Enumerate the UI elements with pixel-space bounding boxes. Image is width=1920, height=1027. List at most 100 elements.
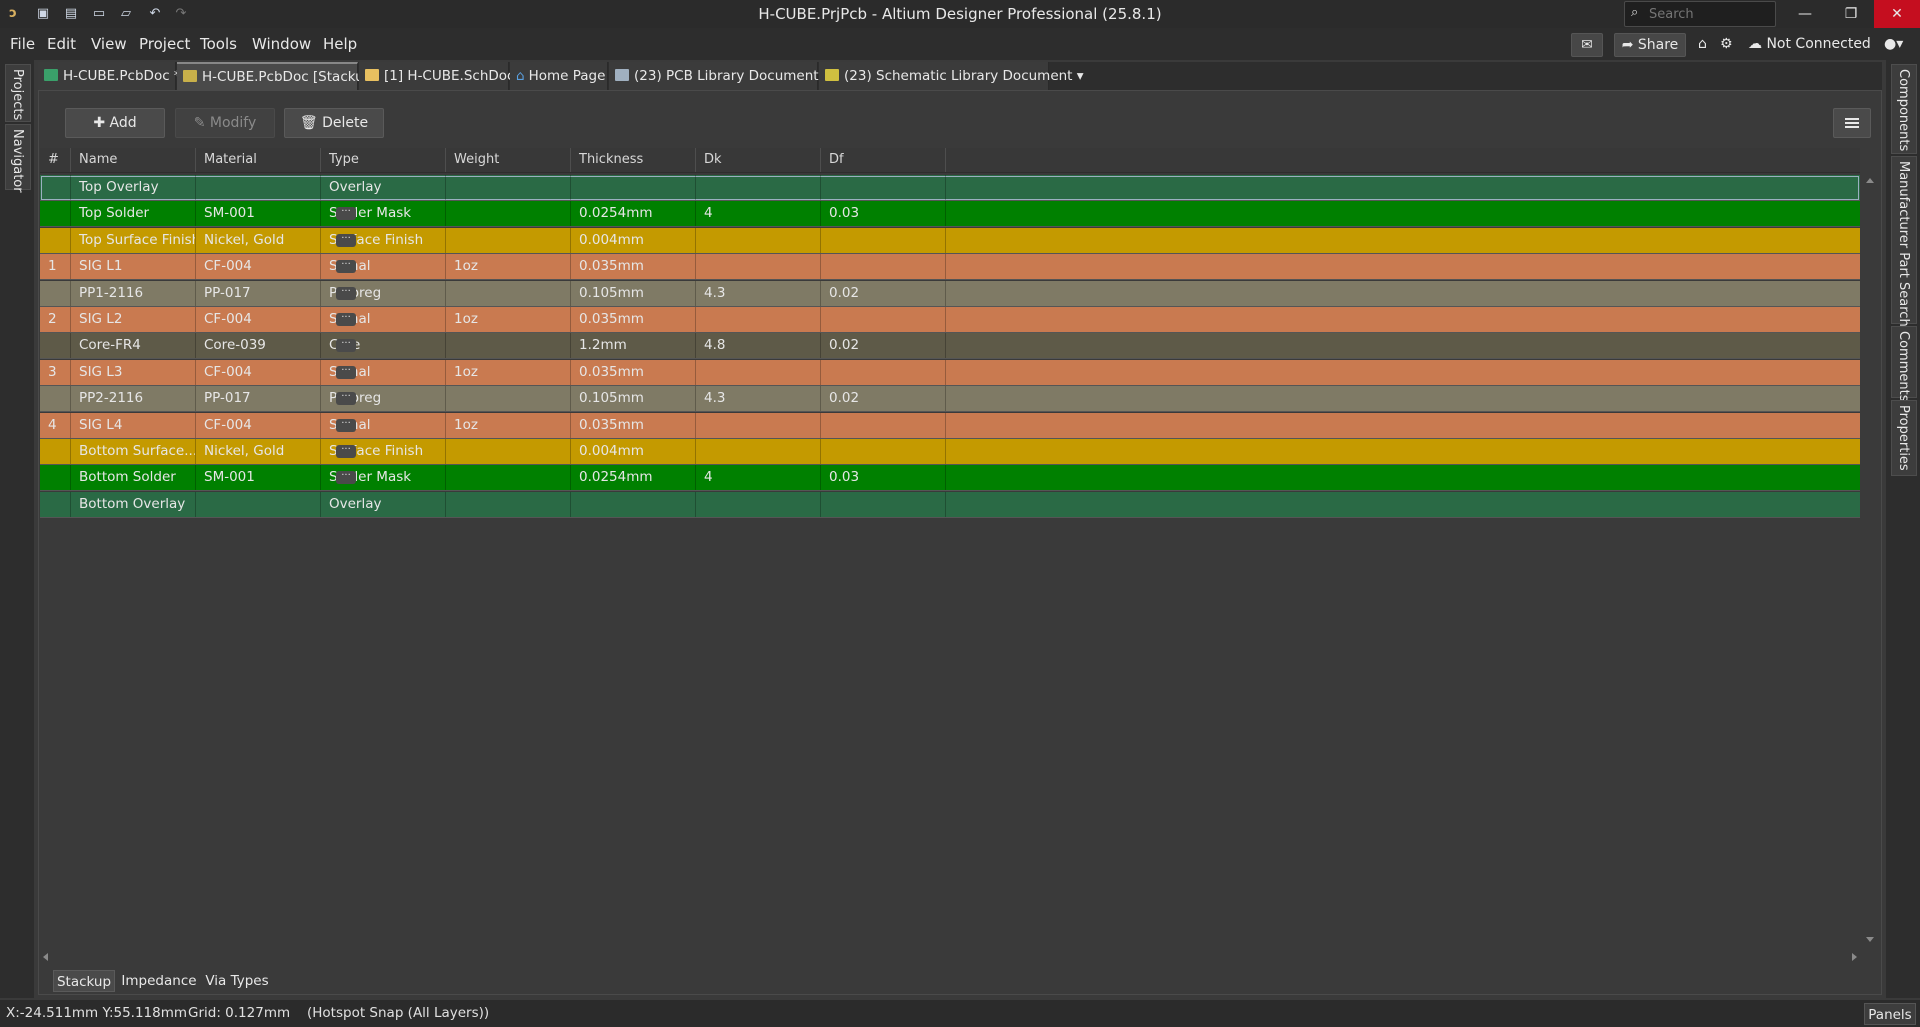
cell-thickness[interactable]: 0.035mm bbox=[571, 412, 696, 438]
cell-material[interactable]: CF-004 bbox=[196, 307, 321, 332]
tab-home-page[interactable]: ⌂ Home Page bbox=[510, 62, 608, 90]
cell-dk[interactable] bbox=[696, 307, 821, 332]
connection-status[interactable]: ☁ Not Connected bbox=[1748, 33, 1871, 55]
material-library-button[interactable]: ··· bbox=[336, 471, 356, 485]
material-library-button[interactable]: ··· bbox=[336, 260, 356, 274]
material-library-button[interactable]: ··· bbox=[336, 339, 356, 353]
cell-dk[interactable] bbox=[696, 491, 821, 517]
cell-num[interactable]: 2 bbox=[40, 307, 71, 332]
panel-tab-navigator[interactable]: Navigator bbox=[5, 124, 31, 193]
cell-name[interactable]: Top Surface Finish bbox=[71, 227, 196, 253]
cell-num[interactable]: 3 bbox=[40, 359, 71, 385]
table-row[interactable]: Core-FR4Core-039Core1.2mm4.80.02··· bbox=[40, 333, 1860, 360]
cell-thickness[interactable] bbox=[571, 175, 696, 200]
tab-schematic-library[interactable]: (23) Schematic Library Document ▾ bbox=[819, 62, 1084, 90]
cell-weight[interactable] bbox=[446, 280, 571, 306]
material-library-button[interactable]: ··· bbox=[336, 207, 356, 221]
table-row[interactable]: 2SIG L2CF-004Signal1oz0.035mm··· bbox=[40, 307, 1860, 333]
panel-tab-comments[interactable]: Comments bbox=[1891, 326, 1917, 401]
cell-df[interactable] bbox=[821, 491, 946, 517]
cell-weight[interactable] bbox=[446, 333, 571, 359]
tab-impedance[interactable]: Impedance bbox=[119, 970, 199, 992]
table-row[interactable]: 3SIG L3CF-004Signal1oz0.035mm··· bbox=[40, 359, 1860, 386]
share-button[interactable]: ➦ Share bbox=[1614, 33, 1686, 57]
cell-num[interactable]: 4 bbox=[40, 412, 71, 438]
table-row[interactable]: 4SIG L4CF-004Signal1oz0.035mm··· bbox=[40, 412, 1860, 439]
column-header-num[interactable]: # bbox=[40, 148, 71, 172]
menu-project[interactable]: Project bbox=[139, 35, 190, 53]
cell-name[interactable]: Bottom Overlay bbox=[71, 491, 196, 517]
cell-material[interactable]: Core-039 bbox=[196, 333, 321, 359]
cell-dk[interactable]: 4.3 bbox=[696, 386, 821, 412]
menu-help[interactable]: Help bbox=[323, 35, 357, 53]
cell-df[interactable]: 0.03 bbox=[821, 201, 946, 227]
cell-name[interactable]: Top Overlay bbox=[71, 175, 196, 200]
column-header-weight[interactable]: Weight bbox=[446, 148, 571, 172]
cell-df[interactable]: 0.02 bbox=[821, 333, 946, 359]
cell-material[interactable]: PP-017 bbox=[196, 280, 321, 306]
restore-button[interactable]: ❐ bbox=[1828, 0, 1874, 28]
cell-name[interactable]: SIG L4 bbox=[71, 412, 196, 438]
cell-material[interactable]: CF-004 bbox=[196, 359, 321, 385]
panel-tab-properties[interactable]: Properties bbox=[1891, 400, 1917, 476]
cell-material[interactable] bbox=[196, 175, 321, 200]
cell-df[interactable] bbox=[821, 439, 946, 464]
cell-type[interactable]: Overlay bbox=[321, 175, 446, 200]
tab-pcb-library[interactable]: (23) PCB Library Document ▾ bbox=[609, 62, 830, 90]
table-row[interactable]: PP1-2116PP-017Prepreg0.105mm4.30.02··· bbox=[40, 280, 1860, 307]
cell-dk[interactable] bbox=[696, 359, 821, 385]
column-header-thickness[interactable]: Thickness bbox=[571, 148, 696, 172]
cell-material[interactable]: Nickel, Gold bbox=[196, 439, 321, 464]
table-row[interactable]: Top Surface Finish Nickel, Gold Surface Fi… bbox=[40, 227, 1860, 254]
panel-tab-manufacturer-part-search[interactable]: Manufacturer Part Search bbox=[1891, 156, 1917, 327]
cell-thickness[interactable]: 0.035mm bbox=[571, 254, 696, 280]
cell-name[interactable]: SIG L2 bbox=[71, 307, 196, 332]
cell-num[interactable] bbox=[40, 491, 71, 517]
cell-name[interactable]: SIG L3 bbox=[71, 359, 196, 385]
material-library-button[interactable]: ··· bbox=[336, 233, 356, 247]
cell-weight[interactable] bbox=[446, 201, 571, 227]
cell-type[interactable]: Overlay bbox=[321, 491, 446, 517]
cell-material[interactable] bbox=[196, 491, 321, 517]
cell-material[interactable]: Nickel, Gold bbox=[196, 227, 321, 253]
menu-tools[interactable]: Tools bbox=[200, 35, 237, 53]
cell-material[interactable]: CF-004 bbox=[196, 412, 321, 438]
tab-schdoc[interactable]: [1] H-CUBE.SchDoc bbox=[359, 62, 514, 90]
table-row[interactable]: Bottom Overlay Overlay bbox=[40, 491, 1860, 518]
panels-button[interactable]: Panels bbox=[1864, 1003, 1916, 1025]
cell-dk[interactable] bbox=[696, 439, 821, 464]
hamburger-menu-button[interactable] bbox=[1833, 108, 1871, 138]
panel-tab-projects[interactable]: Projects bbox=[5, 64, 31, 122]
table-row[interactable]: PP2-2116PP-017Prepreg0.105mm4.30.02··· bbox=[40, 386, 1860, 413]
cell-thickness[interactable]: 0.004mm bbox=[571, 439, 696, 464]
cell-material[interactable]: SM-001 bbox=[196, 465, 321, 491]
column-header-material[interactable]: Material bbox=[196, 148, 321, 172]
cell-thickness[interactable]: 0.0254mm bbox=[571, 201, 696, 227]
cell-num[interactable] bbox=[40, 386, 71, 412]
table-row[interactable]: Bottom Surface... Nickel, Gold Surface Fin… bbox=[40, 439, 1860, 465]
cell-dk[interactable] bbox=[696, 227, 821, 253]
cell-dk[interactable] bbox=[696, 254, 821, 280]
material-library-button[interactable]: ··· bbox=[336, 392, 356, 406]
material-library-button[interactable]: ··· bbox=[336, 313, 356, 326]
delete-button[interactable]: 🗑 Delete bbox=[284, 108, 384, 138]
cell-thickness[interactable] bbox=[571, 491, 696, 517]
cell-thickness[interactable]: 0.0254mm bbox=[571, 465, 696, 491]
cell-num[interactable] bbox=[40, 465, 71, 491]
panel-tab-components[interactable]: Components bbox=[1891, 64, 1917, 154]
cell-df[interactable] bbox=[821, 175, 946, 200]
vertical-scrollbar[interactable] bbox=[1862, 175, 1878, 945]
menu-file[interactable]: File bbox=[10, 35, 35, 53]
cell-weight[interactable]: 1oz bbox=[446, 307, 571, 332]
menu-view[interactable]: View bbox=[91, 35, 127, 53]
cell-dk[interactable]: 4.3 bbox=[696, 280, 821, 306]
cell-weight[interactable]: 1oz bbox=[446, 412, 571, 438]
cell-thickness[interactable]: 0.004mm bbox=[571, 227, 696, 253]
material-library-button[interactable]: ··· bbox=[336, 418, 356, 432]
cell-dk[interactable] bbox=[696, 412, 821, 438]
cell-num[interactable]: 1 bbox=[40, 254, 71, 280]
cell-num[interactable] bbox=[40, 333, 71, 359]
cell-weight[interactable]: 1oz bbox=[446, 254, 571, 280]
cell-dk[interactable]: 4 bbox=[696, 201, 821, 227]
add-button[interactable]: ✚ Add bbox=[65, 108, 165, 138]
